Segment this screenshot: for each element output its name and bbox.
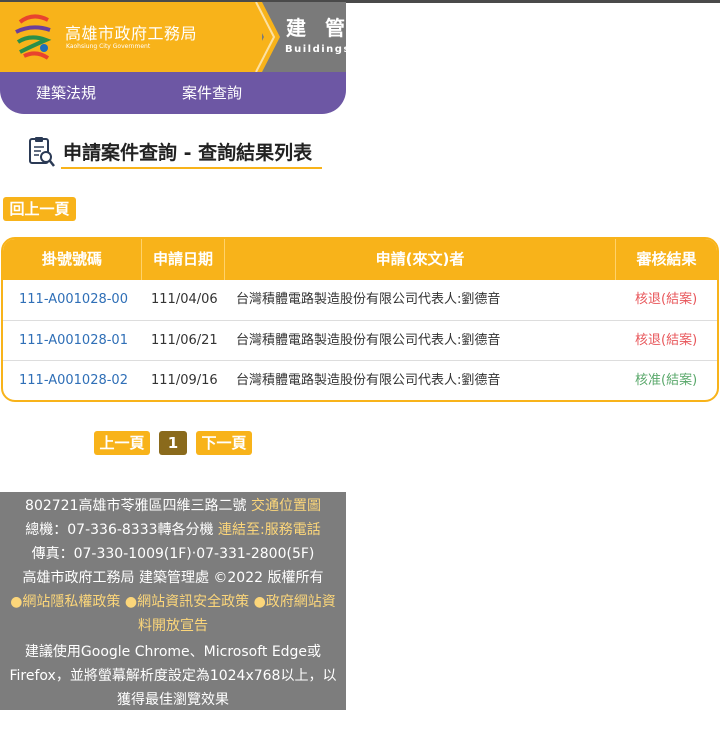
- footer-copyright: 高雄市政府工務局 建築管理處 ©2022 版權所有: [22, 570, 324, 586]
- traffic-map-link[interactable]: 交通位置圖: [251, 498, 321, 514]
- applicant: 台灣積體電路製造股份有限公司代表人:劉德音: [236, 292, 501, 307]
- org-banner[interactable]: 高雄市政府工務局 Kaohsiung City Government: [0, 2, 262, 72]
- apply-date: 111/04/06: [151, 292, 218, 307]
- document-search-icon: [29, 137, 55, 167]
- table-row: 111-A001028-02 111/09/16 台灣積體電路製造股份有限公司代…: [3, 360, 717, 400]
- service-phone-link[interactable]: 連結至:服務電話: [218, 522, 321, 538]
- review-result: 核准(結案): [635, 373, 698, 388]
- case-number-link[interactable]: 111-A001028-01: [19, 321, 128, 361]
- apply-date: 111/06/21: [151, 333, 218, 348]
- page-heading: 申請案件查詢 - 查詢結果列表: [26, 136, 322, 172]
- header-applicant: 申請(來文)者: [375, 250, 465, 268]
- table-row: 111-A001028-00 111/04/06 台灣積體電路製造股份有限公司代…: [3, 280, 717, 320]
- footer-address-line: 802721高雄市苓雅區四維三路二號 交通位置圖: [0, 495, 346, 515]
- next-page-button[interactable]: 下一頁: [196, 431, 252, 455]
- current-page-number[interactable]: 1: [159, 431, 187, 455]
- table-row: 111-A001028-01 111/06/21 台灣積體電路製造股份有限公司代…: [3, 320, 717, 360]
- apply-date: 111/09/16: [151, 373, 218, 388]
- back-button[interactable]: 回上一頁: [3, 197, 76, 221]
- footer-policy-line: ●網站隱私權政策 ●網站資訊安全政策 ●政府網站資: [0, 591, 346, 611]
- browser-note: Firefox，並將螢幕解析度設定為1024x768以上，以: [9, 668, 337, 684]
- site-footer: 802721高雄市苓雅區四維三路二號 交通位置圖 總機：07-336-8333轉…: [0, 492, 346, 710]
- footer-policy-line: 料開放宣告: [0, 615, 346, 635]
- header-review-result: 審核結果: [636, 250, 697, 268]
- table-header: 掛號號碼 申請日期 申請(來文)者 審核結果: [3, 239, 717, 280]
- header-apply-date: 申請日期: [152, 250, 213, 268]
- browser-note: 獲得最佳瀏覽效果: [117, 692, 229, 708]
- footer-address: 802721高雄市苓雅區四維三路二號: [25, 498, 247, 514]
- prev-page-button[interactable]: 上一頁: [94, 431, 150, 455]
- org-name-zh: 高雄市政府工務局: [65, 24, 198, 43]
- nav-item-case-search[interactable]: 案件查詢: [182, 82, 242, 103]
- review-result: 核退(結案): [635, 333, 698, 348]
- browser-note: 建議使用Google Chrome、Microsoft Edge或: [24, 644, 322, 660]
- title-underline: [61, 167, 322, 169]
- case-number-link[interactable]: 111-A001028-02: [19, 361, 128, 400]
- header-chevron-icon: [246, 2, 280, 72]
- dept-name-zh: 建 管 處: [286, 16, 346, 40]
- site-header: 建 管 處 Buildings 高雄市政府工務局 Kaohsiung City …: [0, 2, 346, 114]
- applicant: 台灣積體電路製造股份有限公司代表人:劉德音: [236, 333, 501, 348]
- main-nav: 建築法規 案件查詢: [0, 72, 346, 114]
- results-table: 掛號號碼 申請日期 申請(來文)者 審核結果 111-A001028-00 11…: [1, 237, 719, 402]
- footer-phone: 總機：07-336-8333轉各分機: [25, 522, 214, 538]
- open-data-link[interactable]: ●政府網站資: [254, 594, 336, 610]
- security-policy-link[interactable]: ●網站資訊安全政策: [125, 594, 249, 610]
- applicant: 台灣積體電路製造股份有限公司代表人:劉德音: [236, 373, 501, 388]
- review-result: 核退(結案): [635, 292, 698, 307]
- dept-name-en: Buildings: [285, 44, 346, 55]
- open-data-link-cont[interactable]: 料開放宣告: [138, 618, 208, 634]
- nav-item-building-regulations[interactable]: 建築法規: [36, 82, 96, 103]
- kaohsiung-logo-icon: [15, 14, 52, 60]
- org-name-en: Kaohsiung City Government: [66, 43, 151, 50]
- privacy-policy-link[interactable]: ●網站隱私權政策: [10, 594, 120, 610]
- case-number-link[interactable]: 111-A001028-00: [19, 280, 128, 320]
- page-title: 申請案件查詢 - 查詢結果列表: [63, 142, 313, 164]
- header-case-number: 掛號號碼: [41, 250, 102, 268]
- footer-phone-line: 總機：07-336-8333轉各分機 連結至:服務電話: [0, 519, 346, 539]
- footer-fax: 傳真：07-330-1009(1F)‧07-331-2800(5F): [31, 546, 315, 562]
